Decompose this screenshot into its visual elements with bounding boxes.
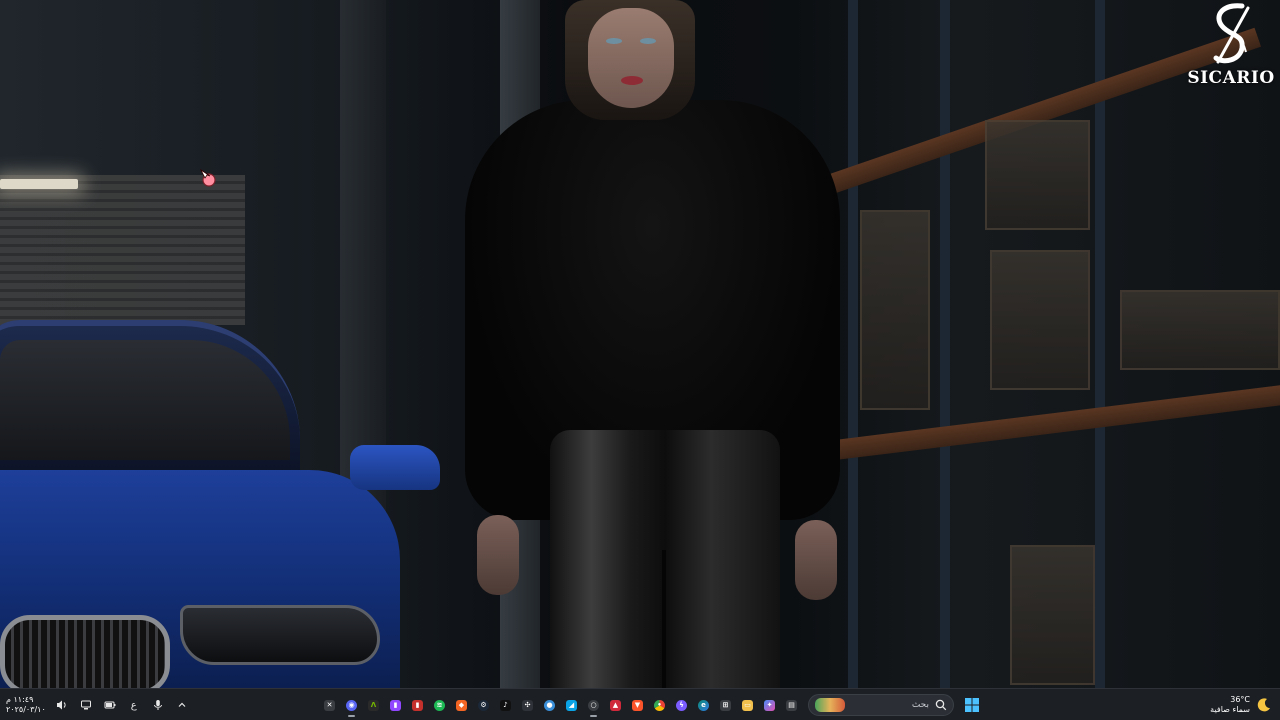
windows-logo-icon	[965, 698, 979, 712]
desktop-wallpaper	[0, 0, 1280, 688]
car-headlight	[180, 605, 380, 665]
storage-crate	[1120, 290, 1280, 370]
left-hand	[477, 515, 519, 595]
taskbar: ١١:٤٩ م ٢٠٢٥/٠٣/١٠ ع ✕ ◉ Λ ▮ ▮ ≋ ◆ ⚙ ♪ ✣…	[0, 688, 1280, 720]
car-windshield	[0, 340, 290, 460]
app-rose-icon[interactable]: ▲	[606, 692, 625, 718]
settings-app-icon[interactable]: ○	[584, 692, 603, 718]
network-icon[interactable]	[78, 697, 94, 713]
shelf-post	[848, 0, 858, 688]
storage-crate	[985, 120, 1090, 230]
chevron-up-icon[interactable]	[174, 697, 190, 713]
weather-temperature: 36°C	[1230, 695, 1250, 704]
edge-icon[interactable]: e	[694, 692, 713, 718]
storage-crate	[1010, 545, 1095, 685]
clock-time: ١١:٤٩ م	[6, 695, 34, 704]
start-button[interactable]	[961, 692, 983, 718]
car-mirror	[350, 445, 440, 490]
leather-pants	[550, 430, 780, 688]
nvidia-icon[interactable]: Λ	[364, 692, 383, 718]
twitch-icon[interactable]: ▮	[386, 692, 405, 718]
app-cyan-icon[interactable]: ◢	[562, 692, 581, 718]
clock-date: ٢٠٢٥/٠٣/١٠	[6, 705, 46, 714]
face	[588, 8, 674, 108]
app-blue-icon[interactable]: ●	[540, 692, 559, 718]
app-red-icon[interactable]: ▮	[408, 692, 427, 718]
brave-icon[interactable]: ▼	[628, 692, 647, 718]
chrome-icon[interactable]: •	[650, 692, 669, 718]
speaker-icon[interactable]	[54, 697, 70, 713]
woman-figure	[465, 0, 840, 688]
discord-icon[interactable]: ◉	[342, 692, 361, 718]
search-placeholder: بحث	[911, 700, 929, 710]
logo-text: SICARIO	[1187, 68, 1275, 88]
taskbar-apps: ✕ ◉ Λ ▮ ▮ ≋ ◆ ⚙ ♪ ✣ ● ◢ ○ ▲ ▼ • ϟ e ⊞ ▭ …	[320, 689, 983, 720]
xbox-icon[interactable]: ✕	[320, 692, 339, 718]
clock[interactable]: ١١:٤٩ م ٢٠٢٥/٠٣/١٠	[6, 695, 46, 715]
blue-car	[0, 320, 450, 688]
steam-icon[interactable]: ⚙	[474, 692, 493, 718]
sicario-logo: SICARIO	[1187, 2, 1275, 92]
game-controller-icon[interactable]: ✣	[518, 692, 537, 718]
file-explorer-icon[interactable]: ▭	[738, 692, 757, 718]
weather-widget[interactable]: 36°C سماء صافية	[1210, 689, 1272, 720]
right-hand	[795, 520, 837, 600]
search-highlight-icon	[815, 698, 845, 712]
garage-door	[0, 175, 245, 325]
search-icon	[935, 699, 947, 711]
pants-seam	[662, 550, 666, 688]
language-indicator[interactable]: ع	[126, 697, 142, 713]
system-tray: ١١:٤٩ م ٢٠٢٥/٠٣/١٠ ع	[6, 689, 190, 720]
mouse-cursor-icon	[200, 169, 216, 187]
microphone-icon[interactable]	[150, 697, 166, 713]
spotify-icon[interactable]: ≋	[430, 692, 449, 718]
battery-icon[interactable]	[102, 697, 118, 713]
tiktok-icon[interactable]: ♪	[496, 692, 515, 718]
car-grille	[0, 615, 170, 688]
weather-condition: سماء صافية	[1210, 705, 1250, 714]
moon-icon	[1257, 698, 1270, 712]
storage-crate	[860, 210, 930, 410]
weather-text: 36°C سماء صافية	[1210, 695, 1250, 715]
lips	[621, 76, 643, 85]
task-view-icon[interactable]: ▤	[782, 692, 801, 718]
eye	[606, 38, 622, 44]
store-icon[interactable]: ⊞	[716, 692, 735, 718]
app-orange-icon[interactable]: ◆	[452, 692, 471, 718]
sicario-emblem-icon	[1213, 3, 1250, 64]
copilot-icon[interactable]: ✦	[760, 692, 779, 718]
search-box[interactable]: بحث	[808, 694, 954, 716]
storage-crate	[990, 250, 1090, 390]
eye	[640, 38, 656, 44]
garage-light	[0, 179, 78, 189]
messenger-icon[interactable]: ϟ	[672, 692, 691, 718]
shelf-post	[940, 0, 950, 688]
